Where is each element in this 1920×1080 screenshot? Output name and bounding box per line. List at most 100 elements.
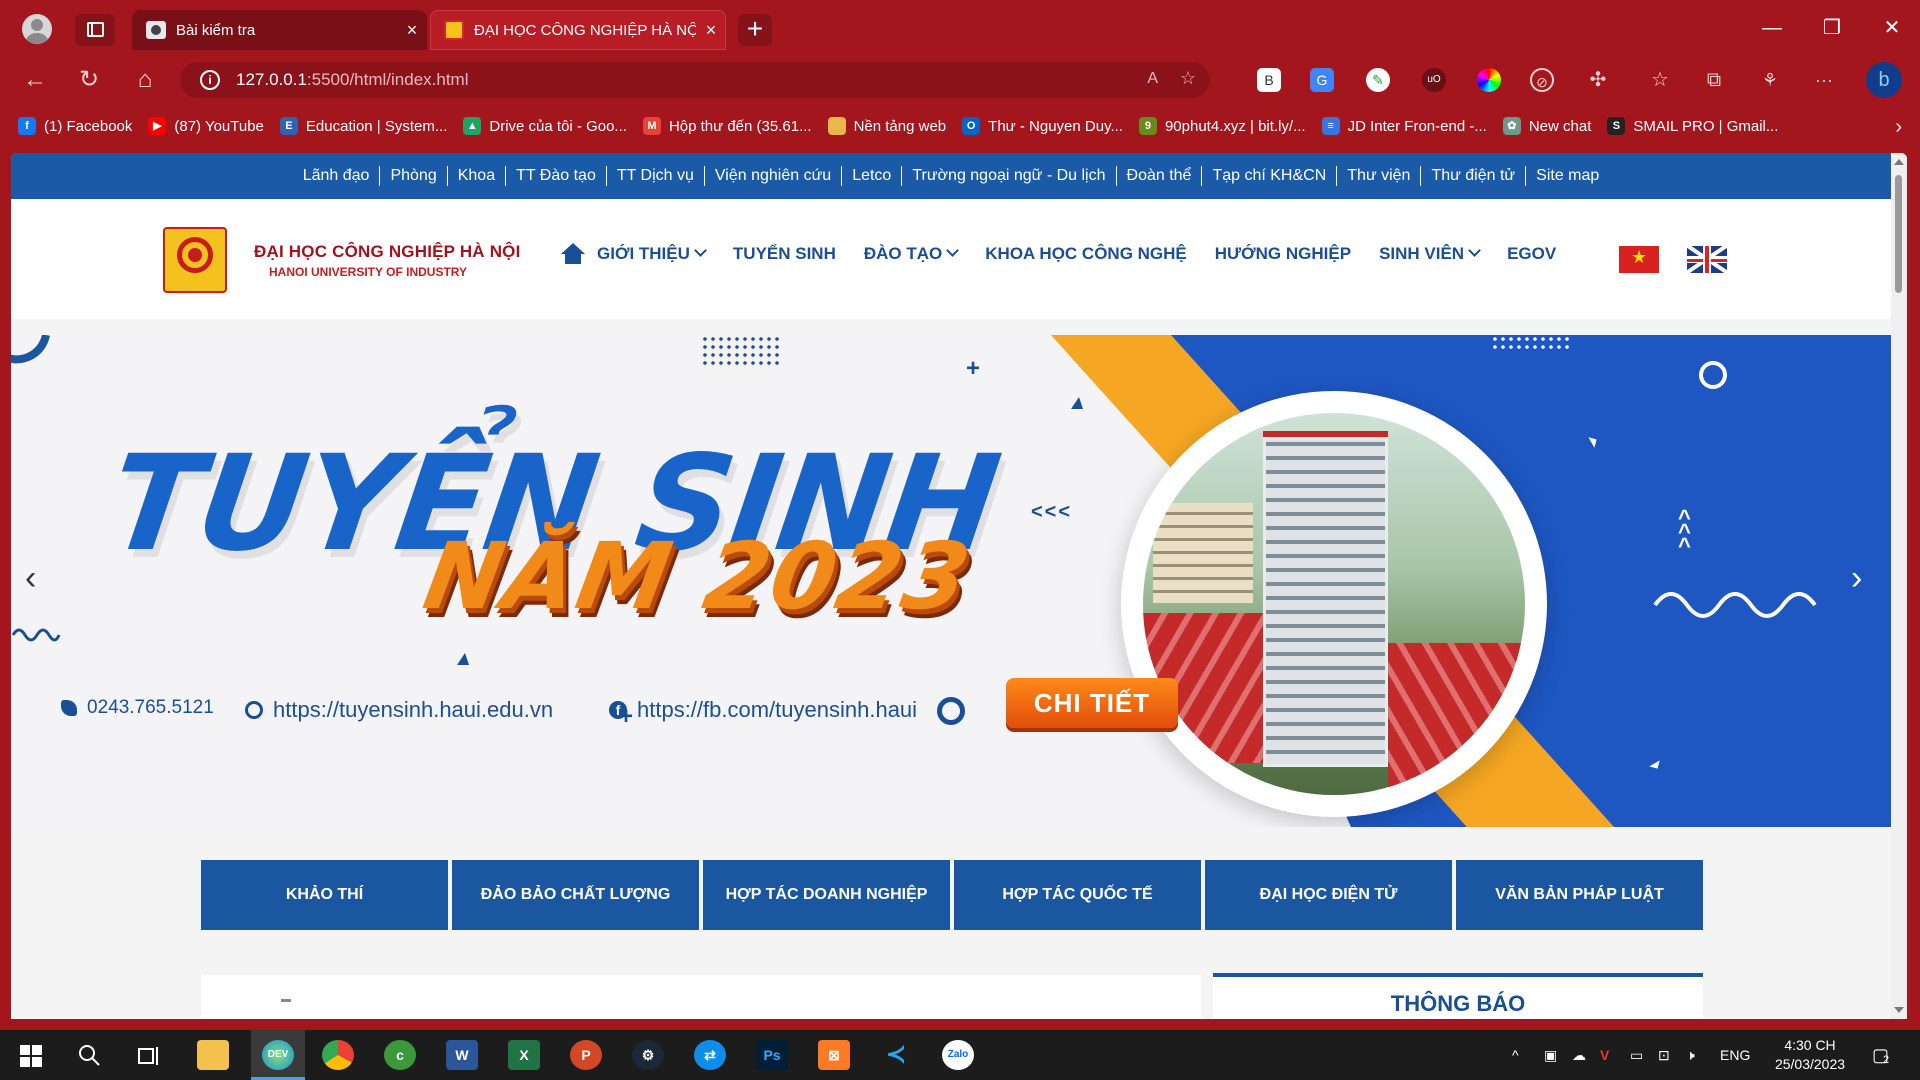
xampp-icon[interactable]: ⊠ <box>818 1040 850 1070</box>
collections-icon[interactable]: ⧉ <box>1702 68 1726 92</box>
carousel-next-icon[interactable]: › <box>1851 559 1862 598</box>
bookmark-item[interactable]: E Education | System... <box>279 117 447 135</box>
top-link[interactable]: Đoàn thể <box>1117 166 1203 186</box>
scrollbar-thumb[interactable] <box>1895 175 1902 293</box>
language-indicator[interactable]: ENG <box>1720 1030 1750 1080</box>
bookmarks-more-icon[interactable]: › <box>1895 116 1902 139</box>
tab-actions-button[interactable] <box>75 14 115 46</box>
main-nav-item[interactable]: ĐÀO TẠO <box>864 244 960 264</box>
category-tile[interactable]: VĂN BẢN PHÁP LUẬT <box>1456 860 1703 930</box>
category-tile[interactable]: ĐẢO BẢO CHẤT LƯỢNG <box>452 860 699 930</box>
category-tile[interactable]: KHẢO THÍ <box>201 860 448 930</box>
settings-more-icon[interactable]: ··· <box>1812 68 1836 92</box>
tab-haui[interactable]: ĐẠI HỌC CÔNG NGHIỆP HÀ NỘI × <box>430 10 726 50</box>
main-nav-item[interactable]: EGOV <box>1507 244 1556 264</box>
teamviewer-icon[interactable]: ⇄ <box>694 1040 726 1070</box>
home-icon[interactable]: ⌂ <box>130 66 160 94</box>
bookmark-item[interactable]: ≡ JD Inter Fron-end -... <box>1321 117 1487 135</box>
tab-close-icon[interactable]: × <box>696 20 726 41</box>
onedrive-tray-icon[interactable]: ☁ <box>1572 1030 1586 1080</box>
main-nav-item[interactable]: HƯỚNG NGHIỆP <box>1215 244 1351 264</box>
main-nav-item[interactable]: KHOA HỌC CÔNG NGHỆ <box>985 244 1187 264</box>
close-window-button[interactable]: ✕ <box>1872 12 1912 44</box>
zalo-icon[interactable]: Zalo <box>942 1040 974 1070</box>
main-nav-item[interactable]: GIỚI THIỆU <box>597 244 707 264</box>
top-link[interactable]: Lãnh đạo <box>293 166 381 186</box>
edge-dev-icon[interactable]: DEV <box>262 1040 294 1070</box>
carousel-prev-icon[interactable]: ‹ <box>25 559 36 598</box>
extensions-puzzle-icon[interactable]: ✣ <box>1586 68 1610 92</box>
photoshop-icon[interactable]: Ps <box>756 1040 788 1070</box>
bookmark-item[interactable]: ▲ Drive của tôi - Goo... <box>463 117 627 135</box>
uk-flag-icon[interactable] <box>1687 246 1727 273</box>
logo-title[interactable]: ĐẠI HỌC CÔNG NGHIỆP HÀ NỘI <box>254 242 521 262</box>
top-link[interactable]: Thư điện tử <box>1421 166 1527 186</box>
new-tab-button[interactable]: + <box>738 14 772 46</box>
volume-tray-icon[interactable]: 🕨 <box>1686 1030 1695 1080</box>
read-aloud-icon[interactable]: A <box>1147 70 1158 88</box>
ublock-extension-icon[interactable]: uO <box>1422 68 1446 92</box>
clock[interactable]: 4:30 CH 25/03/2023 <box>1762 1036 1858 1074</box>
bing-copilot-icon[interactable]: b <box>1866 62 1902 98</box>
top-link[interactable]: Phòng <box>380 166 448 186</box>
reload-icon[interactable]: ↻ <box>74 66 104 94</box>
v-tray-icon[interactable]: V <box>1600 1030 1609 1080</box>
translate-extension-icon[interactable]: G <box>1310 68 1334 92</box>
steam-icon[interactable]: ⚙ <box>632 1040 664 1070</box>
bookmark-item[interactable]: f (1) Facebook <box>18 117 132 135</box>
scroll-up-icon[interactable] <box>1894 159 1904 165</box>
file-explorer-icon[interactable] <box>197 1040 229 1070</box>
bookmark-item[interactable]: ✿ New chat <box>1502 117 1591 135</box>
site-info-icon[interactable]: i <box>200 70 220 90</box>
camera-tray-icon[interactable]: ▣ <box>1544 1030 1557 1080</box>
main-nav-item[interactable]: TUYỂN SINH <box>733 244 836 264</box>
haui-logo-icon[interactable] <box>163 227 227 293</box>
chi-tiet-button[interactable]: CHI TIẾT <box>1006 678 1178 728</box>
bookmark-item[interactable]: O Thư - Nguyen Duy... <box>962 117 1123 135</box>
search-icon[interactable] <box>78 1044 100 1066</box>
battery-tray-icon[interactable]: ▭ <box>1630 1030 1643 1080</box>
compass-extension-icon[interactable]: ⊘ <box>1530 68 1554 92</box>
chrome-icon[interactable] <box>322 1040 354 1070</box>
address-bar[interactable]: i 127.0.0.1:5500/html/index.html A ☆ <box>180 62 1210 98</box>
task-view-icon[interactable] <box>138 1045 160 1067</box>
top-link[interactable]: TT Đào tạo <box>506 166 607 186</box>
profile-avatar-icon[interactable] <box>22 14 52 44</box>
top-link[interactable]: Site map <box>1526 166 1609 186</box>
windows-start-icon[interactable] <box>20 1045 42 1067</box>
bookmark-item[interactable]: Nền tảng web <box>827 117 946 135</box>
powerpoint-icon[interactable]: P <box>570 1040 602 1070</box>
tray-chevron-icon[interactable]: ^ <box>1512 1030 1519 1080</box>
colorpick-extension-icon[interactable]: ✎ <box>1366 68 1390 92</box>
top-link[interactable]: Trường ngoại ngữ - Du lịch <box>902 166 1117 186</box>
favorites-icon[interactable]: ☆ <box>1648 68 1672 92</box>
main-nav-item[interactable]: SINH VIÊN <box>1379 244 1481 264</box>
scroll-down-icon[interactable] <box>1894 1007 1904 1013</box>
extension-b-icon[interactable]: B <box>1257 68 1281 92</box>
word-icon[interactable]: W <box>446 1040 478 1070</box>
bookmark-item[interactable]: 9 90phut4.xyz | bit.ly/... <box>1138 117 1306 135</box>
top-link[interactable]: Thư viện <box>1337 166 1422 186</box>
category-tile[interactable]: HỢP TÁC DOANH NGHIỆP <box>703 860 950 930</box>
excel-icon[interactable]: X <box>508 1040 540 1070</box>
favorite-star-icon[interactable]: ☆ <box>1180 68 1196 89</box>
minimize-button[interactable]: — <box>1752 12 1792 44</box>
page-scrollbar[interactable] <box>1891 153 1907 1019</box>
home-icon[interactable] <box>561 243 585 265</box>
vietnam-flag-icon[interactable] <box>1619 246 1659 273</box>
coccoc-icon[interactable]: c <box>384 1040 416 1070</box>
top-link[interactable]: Viện nghiên cứu <box>705 166 843 186</box>
category-tile[interactable]: ĐẠI HỌC ĐIỆN TỬ <box>1205 860 1452 930</box>
bookmark-item[interactable]: ▶ (87) YouTube <box>148 117 264 135</box>
category-tile[interactable]: HỢP TÁC QUỐC TẾ <box>954 860 1201 930</box>
top-link[interactable]: Khoa <box>448 166 507 186</box>
top-link[interactable]: Tạp chí KH&CN <box>1202 166 1338 186</box>
network-tray-icon[interactable]: ⊡ <box>1658 1030 1670 1080</box>
vscode-icon[interactable]: ≺ <box>880 1040 912 1070</box>
tab-close-icon[interactable]: × <box>397 20 427 41</box>
color-wheel-extension-icon[interactable] <box>1477 68 1501 92</box>
back-icon[interactable]: ← <box>20 66 50 94</box>
bookmark-item[interactable]: S SMAIL PRO | Gmail... <box>1607 117 1778 135</box>
top-link[interactable]: TT Dịch vụ <box>607 166 705 186</box>
bookmark-item[interactable]: M Hộp thư đến (35.61... <box>642 117 812 135</box>
